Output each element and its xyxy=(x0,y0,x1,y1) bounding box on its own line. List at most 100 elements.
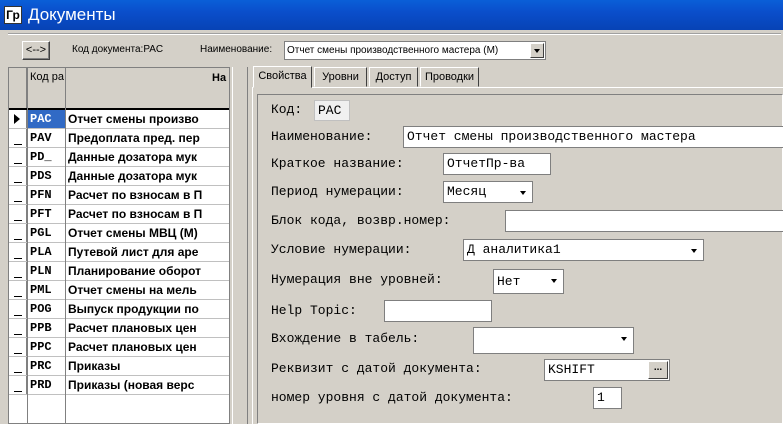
row-indicator xyxy=(9,243,27,261)
table-row[interactable]: PFN Расчет по взносам в П xyxy=(9,186,229,205)
row-code: POG xyxy=(30,302,52,316)
swap-button[interactable]: <--> xyxy=(22,41,50,60)
grid-header-indicator xyxy=(9,68,27,108)
date-requisite-field[interactable]: KSHIFT ... xyxy=(544,359,670,381)
table-row[interactable]: PDS Данные дозатора мук xyxy=(9,167,229,186)
document-name-label: Наименование: xyxy=(200,44,273,55)
app-icon[interactable]: Гр xyxy=(4,6,22,24)
chevron-down-icon[interactable] xyxy=(547,270,561,293)
date-requisite-label: Реквизит с датой документа: xyxy=(271,361,482,376)
row-name: Данные дозатора мук xyxy=(68,150,198,164)
row-indicator xyxy=(9,357,27,375)
chevron-down-icon[interactable] xyxy=(687,240,701,260)
row-name: Расчет плановых цен xyxy=(68,340,197,354)
tabel-entry-label: Вхождение в табель: xyxy=(271,331,420,346)
table-row[interactable]: PRC Приказы xyxy=(9,357,229,376)
row-code: PD_ xyxy=(30,150,52,164)
short-name-field[interactable]: ОтчетПр-ва xyxy=(443,153,551,175)
window-title: Документы xyxy=(28,5,116,24)
table-row[interactable]: PRD Приказы (новая верс xyxy=(9,376,229,395)
document-name-select[interactable]: Отчет смены производственного мастера (М… xyxy=(284,41,546,60)
table-row[interactable]: PD_ Данные дозатора мук xyxy=(9,148,229,167)
table-row[interactable]: PML Отчет смены на мель xyxy=(9,281,229,300)
ellipsis-button[interactable]: ... xyxy=(648,361,668,379)
short-name-label: Краткое название: xyxy=(271,156,404,171)
numbering-period-label: Период нумерации: xyxy=(271,184,404,199)
out-of-levels-select[interactable]: Нет xyxy=(493,269,564,294)
row-code: PAC xyxy=(28,110,65,128)
table-row[interactable]: POG Выпуск продукции по xyxy=(9,300,229,319)
row-name: Выпуск продукции по xyxy=(68,302,199,316)
row-name: Расчет по взносам в П xyxy=(68,188,203,202)
date-requisite-value: KSHIFT xyxy=(548,362,595,377)
row-name: Путевой лист для аре xyxy=(68,245,199,259)
numbering-condition-select[interactable]: Д аналитика1 xyxy=(463,239,704,261)
row-name: Приказы xyxy=(68,359,121,373)
grid-header-code[interactable]: Код ра xyxy=(28,68,65,108)
row-indicator xyxy=(9,186,27,204)
tab-levels[interactable]: Уровни xyxy=(314,67,367,87)
grid-header-name[interactable]: На xyxy=(66,68,229,108)
row-indicator xyxy=(9,205,27,223)
row-indicator xyxy=(9,376,27,394)
out-of-levels-label: Нумерация вне уровней: xyxy=(271,272,443,287)
row-name: Отчет смены произво xyxy=(68,112,199,126)
table-row[interactable]: PLA Путевой лист для аре xyxy=(9,243,229,262)
name-label: Наименование: xyxy=(271,129,373,144)
row-name: Планирование оборот xyxy=(68,264,202,278)
table-row[interactable]: PGL Отчет смены МВЦ (М) xyxy=(9,224,229,243)
row-code: PRC xyxy=(30,359,52,373)
code-label: Код: xyxy=(271,102,303,117)
chevron-down-icon[interactable] xyxy=(617,328,631,353)
toolbar-divider xyxy=(8,33,781,35)
grid-header-name-label: На xyxy=(212,72,227,84)
row-indicator xyxy=(9,224,27,242)
documents-grid[interactable]: Код ра На PAC Отчет смены произво PAV Предо… xyxy=(8,67,230,424)
table-row[interactable]: PPB Расчет плановых цен xyxy=(9,319,229,338)
grid-column-line xyxy=(65,68,66,423)
row-code: PML xyxy=(30,283,52,297)
numbering-condition-value: Д аналитика1 xyxy=(467,242,561,257)
splitter-handle[interactable] xyxy=(232,67,248,424)
row-code: PDS xyxy=(30,169,52,183)
tab-access[interactable]: Доступ xyxy=(369,67,418,87)
document-name-value: Отчет смены производственного мастера (М… xyxy=(287,45,499,56)
row-name: Отчет смены МВЦ (М) xyxy=(68,226,198,240)
table-row[interactable]: PPC Расчет плановых цен xyxy=(9,338,229,357)
row-indicator xyxy=(9,281,27,299)
document-code-label: Код документа:PAC xyxy=(72,44,164,55)
grid-column-line xyxy=(27,68,28,423)
table-row[interactable]: PFT Расчет по взносам в П xyxy=(9,205,229,224)
tabel-entry-select[interactable] xyxy=(473,327,634,354)
help-topic-field[interactable] xyxy=(384,300,492,322)
chevron-down-icon[interactable] xyxy=(530,43,544,58)
row-indicator xyxy=(9,338,27,356)
date-level-field[interactable]: 1 xyxy=(593,387,622,409)
table-row[interactable]: PAV Предоплата пред. пер xyxy=(9,129,229,148)
table-row[interactable]: PAC Отчет смены произво xyxy=(9,110,229,129)
table-row[interactable]: PLN Планирование оборот xyxy=(9,262,229,281)
row-code: PAV xyxy=(30,131,52,145)
row-indicator xyxy=(9,319,27,337)
name-field[interactable]: Отчет смены производственного мастера xyxy=(403,126,783,148)
numbering-period-select[interactable]: Месяц xyxy=(443,181,533,203)
row-code: PPC xyxy=(30,340,52,354)
row-code: PFN xyxy=(30,188,52,202)
code-block-label: Блок кода, возвр.номер: xyxy=(271,213,451,228)
tab-postings[interactable]: Проводки xyxy=(420,67,479,87)
row-code: PGL xyxy=(30,226,52,240)
out-of-levels-value: Нет xyxy=(497,274,521,289)
chevron-down-icon[interactable] xyxy=(516,182,530,202)
row-indicator xyxy=(9,262,27,280)
date-level-label: номер уровня с датой документа: xyxy=(271,390,513,405)
code-block-field[interactable] xyxy=(505,210,783,232)
row-name: Отчет смены на мель xyxy=(68,283,197,297)
row-indicator xyxy=(9,148,27,166)
row-code: PFT xyxy=(30,207,52,221)
row-indicator xyxy=(9,300,27,318)
code-field[interactable]: PAC xyxy=(314,100,350,121)
row-code: PPB xyxy=(30,321,52,335)
row-code: PLA xyxy=(30,245,52,259)
tab-properties[interactable]: Свойства xyxy=(253,66,312,88)
row-name: Данные дозатора мук xyxy=(68,169,198,183)
